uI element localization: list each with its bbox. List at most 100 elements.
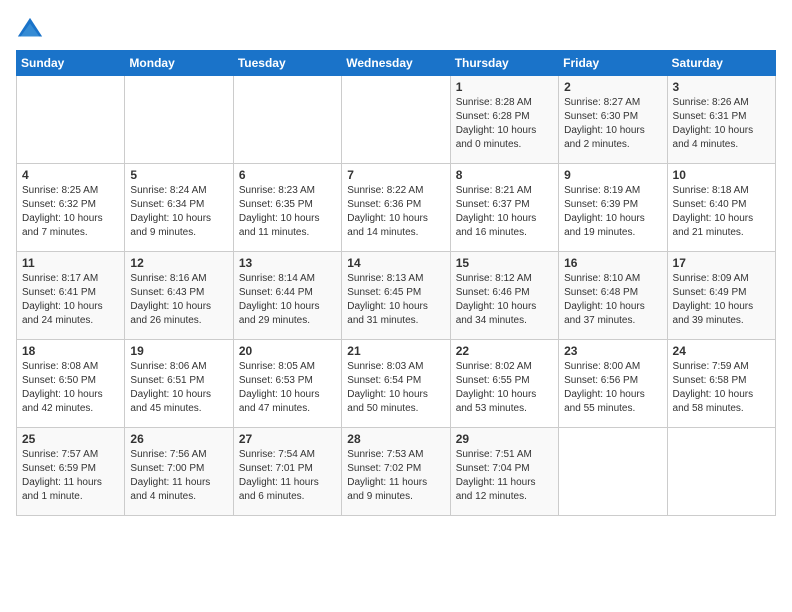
calendar-cell: 15 Sunrise: 8:12 AM Sunset: 6:46 PM Dayli…	[450, 252, 558, 340]
calendar-week-row: 18 Sunrise: 8:08 AM Sunset: 6:50 PM Dayli…	[17, 340, 776, 428]
day-info: Sunrise: 8:23 AM Sunset: 6:35 PM Dayligh…	[239, 184, 336, 240]
logo-icon	[16, 16, 44, 44]
day-info: Sunrise: 8:18 AM Sunset: 6:40 PM Dayligh…	[673, 184, 770, 240]
calendar-week-row: 4 Sunrise: 8:25 AM Sunset: 6:32 PM Daylig…	[17, 164, 776, 252]
calendar-cell: 4 Sunrise: 8:25 AM Sunset: 6:32 PM Daylig…	[17, 164, 125, 252]
day-info: Sunrise: 8:26 AM Sunset: 6:31 PM Dayligh…	[673, 96, 770, 152]
day-info: Sunrise: 8:06 AM Sunset: 6:51 PM Dayligh…	[130, 360, 227, 416]
day-info: Sunrise: 8:24 AM Sunset: 6:34 PM Dayligh…	[130, 184, 227, 240]
day-number: 26	[130, 432, 227, 446]
calendar-cell	[125, 76, 233, 164]
day-number: 1	[456, 80, 553, 94]
day-number: 15	[456, 256, 553, 270]
calendar-cell: 2 Sunrise: 8:27 AM Sunset: 6:30 PM Daylig…	[559, 76, 667, 164]
day-info: Sunrise: 8:08 AM Sunset: 6:50 PM Dayligh…	[22, 360, 119, 416]
calendar-cell: 16Sunrise: 8:10 AM Sunset: 6:48 PM Dayli…	[559, 252, 667, 340]
day-number: 27	[239, 432, 336, 446]
day-number: 20	[239, 344, 336, 358]
day-info: Sunrise: 8:12 AM Sunset: 6:46 PM Dayligh…	[456, 272, 553, 328]
day-header-monday: Monday	[125, 51, 233, 76]
day-header-saturday: Saturday	[667, 51, 775, 76]
day-info: Sunrise: 8:10 AM Sunset: 6:48 PM Dayligh…	[564, 272, 661, 328]
day-number: 11	[22, 256, 119, 270]
day-info: Sunrise: 7:53 AM Sunset: 7:02 PM Dayligh…	[347, 448, 444, 504]
day-number: 6	[239, 168, 336, 182]
day-info: Sunrise: 8:13 AM Sunset: 6:45 PM Dayligh…	[347, 272, 444, 328]
calendar-cell: 29 Sunrise: 7:51 AM Sunset: 7:04 PM Dayli…	[450, 428, 558, 516]
calendar-cell: 21 Sunrise: 8:03 AM Sunset: 6:54 PM Dayli…	[342, 340, 450, 428]
calendar-cell: 23Sunrise: 8:00 AM Sunset: 6:56 PM Dayli…	[559, 340, 667, 428]
page-header	[16, 16, 776, 44]
calendar-cell	[667, 428, 775, 516]
calendar-week-row: 1 Sunrise: 8:28 AM Sunset: 6:28 PM Daylig…	[17, 76, 776, 164]
day-number: 28	[347, 432, 444, 446]
day-number: 12	[130, 256, 227, 270]
day-info: Sunrise: 8:22 AM Sunset: 6:36 PM Dayligh…	[347, 184, 444, 240]
calendar-cell: 1 Sunrise: 8:28 AM Sunset: 6:28 PM Daylig…	[450, 76, 558, 164]
day-header-thursday: Thursday	[450, 51, 558, 76]
calendar-cell: 14 Sunrise: 8:13 AM Sunset: 6:45 PM Dayli…	[342, 252, 450, 340]
day-number: 18	[22, 344, 119, 358]
calendar-cell: 22Sunrise: 8:02 AM Sunset: 6:55 PM Dayli…	[450, 340, 558, 428]
calendar-week-row: 25Sunrise: 7:57 AM Sunset: 6:59 PM Dayli…	[17, 428, 776, 516]
calendar-cell: 20 Sunrise: 8:05 AM Sunset: 6:53 PM Dayli…	[233, 340, 341, 428]
day-info: Sunrise: 8:27 AM Sunset: 6:30 PM Dayligh…	[564, 96, 661, 152]
calendar-cell	[342, 76, 450, 164]
day-info: Sunrise: 8:25 AM Sunset: 6:32 PM Dayligh…	[22, 184, 119, 240]
calendar-cell: 28 Sunrise: 7:53 AM Sunset: 7:02 PM Dayli…	[342, 428, 450, 516]
calendar-cell: 17 Sunrise: 8:09 AM Sunset: 6:49 PM Dayli…	[667, 252, 775, 340]
calendar-cell	[233, 76, 341, 164]
calendar-cell: 19Sunrise: 8:06 AM Sunset: 6:51 PM Dayli…	[125, 340, 233, 428]
day-header-tuesday: Tuesday	[233, 51, 341, 76]
day-info: Sunrise: 8:09 AM Sunset: 6:49 PM Dayligh…	[673, 272, 770, 328]
calendar-header-row: SundayMondayTuesdayWednesdayThursdayFrid…	[17, 51, 776, 76]
calendar-week-row: 11Sunrise: 8:17 AM Sunset: 6:41 PM Dayli…	[17, 252, 776, 340]
calendar-cell: 8 Sunrise: 8:21 AM Sunset: 6:37 PM Daylig…	[450, 164, 558, 252]
day-info: Sunrise: 7:51 AM Sunset: 7:04 PM Dayligh…	[456, 448, 553, 504]
day-number: 21	[347, 344, 444, 358]
day-info: Sunrise: 8:03 AM Sunset: 6:54 PM Dayligh…	[347, 360, 444, 416]
day-info: Sunrise: 8:05 AM Sunset: 6:53 PM Dayligh…	[239, 360, 336, 416]
day-info: Sunrise: 8:02 AM Sunset: 6:55 PM Dayligh…	[456, 360, 553, 416]
calendar-cell: 9 Sunrise: 8:19 AM Sunset: 6:39 PM Daylig…	[559, 164, 667, 252]
calendar-cell: 3 Sunrise: 8:26 AM Sunset: 6:31 PM Daylig…	[667, 76, 775, 164]
day-info: Sunrise: 7:59 AM Sunset: 6:58 PM Dayligh…	[673, 360, 770, 416]
calendar-cell: 11Sunrise: 8:17 AM Sunset: 6:41 PM Dayli…	[17, 252, 125, 340]
day-info: Sunrise: 8:28 AM Sunset: 6:28 PM Dayligh…	[456, 96, 553, 152]
day-number: 7	[347, 168, 444, 182]
calendar-cell: 6 Sunrise: 8:23 AM Sunset: 6:35 PM Daylig…	[233, 164, 341, 252]
calendar-cell: 27 Sunrise: 7:54 AM Sunset: 7:01 PM Dayli…	[233, 428, 341, 516]
day-number: 24	[673, 344, 770, 358]
calendar-cell: 7 Sunrise: 8:22 AM Sunset: 6:36 PM Daylig…	[342, 164, 450, 252]
day-number: 4	[22, 168, 119, 182]
calendar-cell	[559, 428, 667, 516]
day-number: 17	[673, 256, 770, 270]
day-info: Sunrise: 8:19 AM Sunset: 6:39 PM Dayligh…	[564, 184, 661, 240]
day-info: Sunrise: 7:57 AM Sunset: 6:59 PM Dayligh…	[22, 448, 119, 504]
calendar-cell: 24 Sunrise: 7:59 AM Sunset: 6:58 PM Dayli…	[667, 340, 775, 428]
day-info: Sunrise: 7:56 AM Sunset: 7:00 PM Dayligh…	[130, 448, 227, 504]
day-info: Sunrise: 8:16 AM Sunset: 6:43 PM Dayligh…	[130, 272, 227, 328]
calendar-table: SundayMondayTuesdayWednesdayThursdayFrid…	[16, 50, 776, 516]
calendar-cell: 25Sunrise: 7:57 AM Sunset: 6:59 PM Dayli…	[17, 428, 125, 516]
calendar-cell: 18 Sunrise: 8:08 AM Sunset: 6:50 PM Dayli…	[17, 340, 125, 428]
calendar-cell: 12 Sunrise: 8:16 AM Sunset: 6:43 PM Dayli…	[125, 252, 233, 340]
calendar-cell	[17, 76, 125, 164]
day-info: Sunrise: 8:21 AM Sunset: 6:37 PM Dayligh…	[456, 184, 553, 240]
day-header-sunday: Sunday	[17, 51, 125, 76]
calendar-cell: 5 Sunrise: 8:24 AM Sunset: 6:34 PM Daylig…	[125, 164, 233, 252]
logo	[16, 16, 48, 44]
day-number: 29	[456, 432, 553, 446]
day-info: Sunrise: 8:00 AM Sunset: 6:56 PM Dayligh…	[564, 360, 661, 416]
day-number: 2	[564, 80, 661, 94]
day-number: 10	[673, 168, 770, 182]
day-header-wednesday: Wednesday	[342, 51, 450, 76]
calendar-cell: 13Sunrise: 8:14 AM Sunset: 6:44 PM Dayli…	[233, 252, 341, 340]
day-number: 9	[564, 168, 661, 182]
day-number: 8	[456, 168, 553, 182]
day-number: 14	[347, 256, 444, 270]
day-info: Sunrise: 7:54 AM Sunset: 7:01 PM Dayligh…	[239, 448, 336, 504]
day-info: Sunrise: 8:14 AM Sunset: 6:44 PM Dayligh…	[239, 272, 336, 328]
day-number: 5	[130, 168, 227, 182]
day-number: 3	[673, 80, 770, 94]
